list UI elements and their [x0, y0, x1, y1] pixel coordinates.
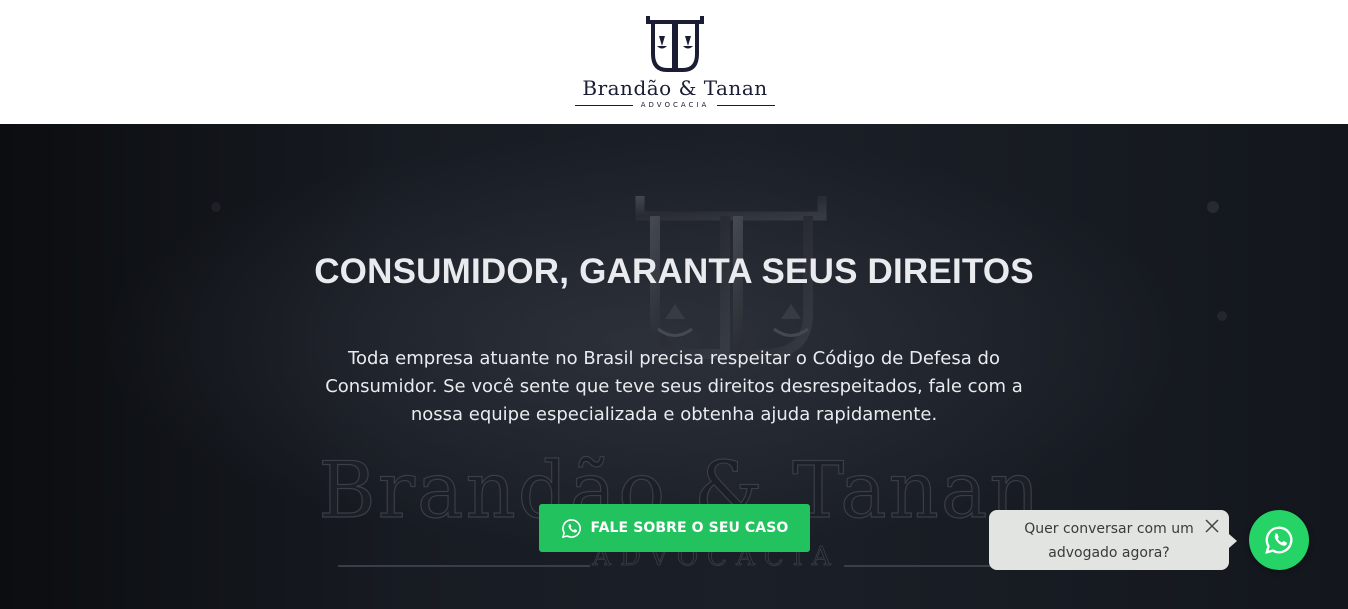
site-header: Brandão & Tanan ADVOCACIA	[0, 0, 1348, 124]
whatsapp-icon	[561, 518, 581, 538]
hero-description: Toda empresa atuante no Brasil precisa r…	[325, 348, 1023, 425]
chat-prompt-bubble[interactable]: Quer conversar com um advogado agora?	[989, 510, 1237, 570]
contact-case-label: FALE SOBRE O SEU CASO	[590, 520, 789, 536]
brand-name: Brandão & Tanan	[582, 76, 768, 100]
contact-case-button[interactable]: FALE SOBRE O SEU CASO	[539, 504, 810, 552]
chat-prompt-text: Quer conversar com um advogado agora?	[1024, 521, 1194, 561]
scales-logo-icon	[646, 16, 704, 72]
brand-subtitle: ADVOCACIA	[640, 101, 710, 109]
whatsapp-icon	[1265, 526, 1293, 554]
divider	[575, 105, 633, 106]
whatsapp-chat-button[interactable]	[1249, 510, 1309, 570]
hero-title: CONSUMIDOR, GARANTA SEUS DIREITOS	[314, 252, 1034, 291]
brand-subtitle-row: ADVOCACIA	[574, 101, 776, 111]
brand-logo[interactable]: Brandão & Tanan ADVOCACIA	[574, 12, 776, 112]
divider	[717, 105, 775, 106]
close-icon[interactable]	[1203, 517, 1221, 535]
